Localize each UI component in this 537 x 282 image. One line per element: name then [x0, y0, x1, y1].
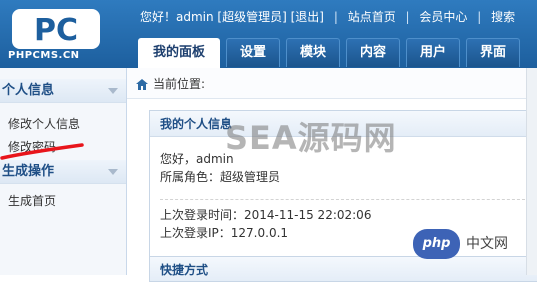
tab-my-panel[interactable]: 我的面板: [138, 38, 220, 69]
php-logo-text: 中文网: [466, 236, 508, 252]
collapse-arrow-icon[interactable]: [108, 169, 118, 175]
panel-title: 快捷方式: [160, 263, 209, 277]
role-row: 所属角色：超级管理员: [160, 170, 281, 184]
top-links: 您好！admin [超级管理员] [退出] | 站点首页 | 会员中心 | 搜索: [140, 8, 515, 25]
sidebar-section-personal[interactable]: 个人信息: [0, 79, 126, 103]
last-login-ip-row: 上次登录IP：127.0.0.1: [160, 226, 289, 240]
last-login-time-row: 上次登录时间：2014-11-15 22:02:06: [160, 208, 372, 222]
tab-settings[interactable]: 设置: [226, 38, 280, 67]
sidebar-item-edit-profile[interactable]: 修改个人信息: [8, 115, 80, 132]
tab-interface[interactable]: 界面: [466, 38, 520, 67]
logo-mark: PC: [12, 9, 100, 49]
sidebar: 个人信息 修改个人信息 修改密码 生成操作 生成首页: [0, 68, 127, 275]
breadcrumb-label: 当前位置:: [153, 77, 206, 91]
tab-content[interactable]: 内容: [346, 38, 400, 67]
divider: [160, 199, 530, 200]
logo-site-text: PHPCMS.CN: [8, 50, 80, 61]
greeting-row: 您好，admin: [160, 152, 234, 166]
sidebar-section-label: 个人信息: [2, 83, 55, 98]
breadcrumb: 当前位置:: [127, 68, 537, 99]
sidebar-section-label: 生成操作: [2, 164, 55, 179]
shortcuts-panel: 快捷方式: [149, 256, 537, 282]
divider: |: [477, 10, 482, 24]
divider: |: [333, 10, 338, 24]
logo-mark-text: PC: [34, 13, 78, 48]
sidebar-item-generate-home[interactable]: 生成首页: [8, 192, 56, 209]
tab-users[interactable]: 用户: [406, 38, 460, 67]
greeting-text: 您好！admin [超级管理员]: [140, 10, 287, 24]
panel-title: 我的个人信息: [150, 111, 537, 137]
logo[interactable]: PC PHPCMS.CN: [0, 0, 128, 68]
php-logo-badge: php: [413, 229, 460, 259]
tab-modules[interactable]: 模块: [286, 38, 340, 67]
member-center-link[interactable]: 会员中心: [419, 8, 467, 25]
divider: |: [405, 10, 410, 24]
scrollbar[interactable]: [526, 68, 537, 275]
home-icon[interactable]: [136, 79, 148, 90]
search-link[interactable]: 搜索: [491, 8, 515, 25]
header: PC PHPCMS.CN 您好！admin [超级管理员] [退出] | 站点首…: [0, 0, 537, 69]
logout-link[interactable]: [退出]: [291, 8, 324, 25]
red-annotation-underline: [0, 143, 84, 160]
site-home-link[interactable]: 站点首页: [348, 8, 396, 25]
collapse-arrow-icon[interactable]: [108, 88, 118, 94]
